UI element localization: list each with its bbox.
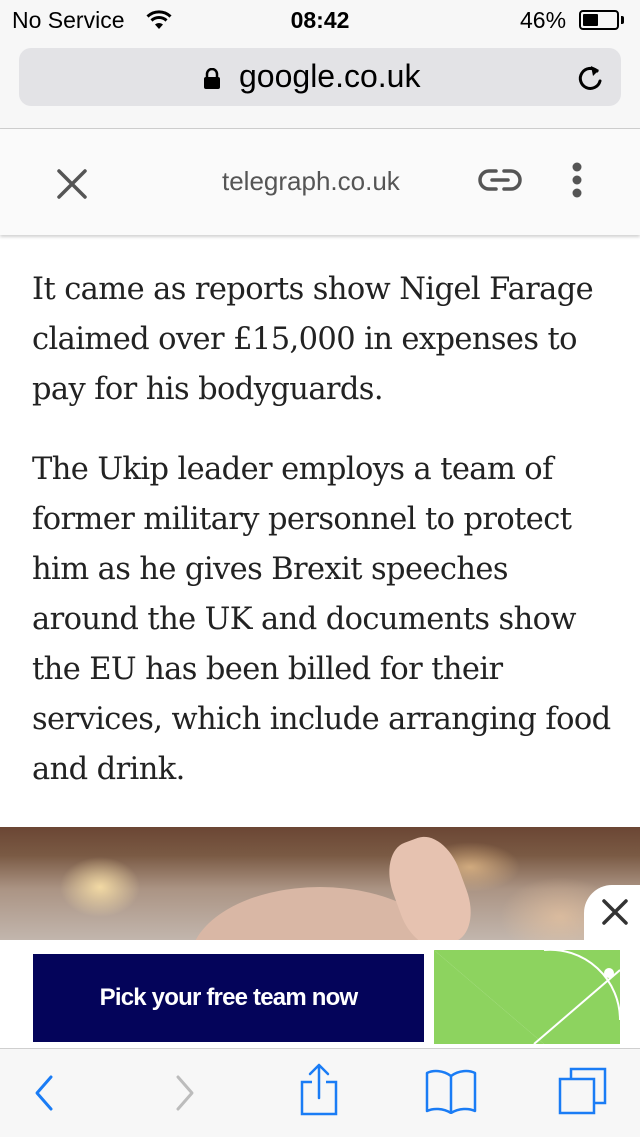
share-icon[interactable] (299, 1062, 339, 1116)
article-paragraph: The Ukip leader employs a team of former… (32, 452, 611, 787)
close-icon[interactable] (56, 168, 88, 200)
reload-icon[interactable] (576, 62, 606, 94)
back-icon[interactable] (33, 1074, 55, 1112)
battery-icon (579, 10, 619, 30)
url-text[interactable]: google.co.uk (239, 58, 420, 95)
link-icon[interactable] (478, 167, 522, 193)
battery-level (583, 14, 598, 26)
close-icon[interactable] (600, 897, 630, 927)
article-paragraph: It came as reports show Nigel Farage cla… (32, 272, 594, 407)
ad-cta-text[interactable]: Pick your free team now (33, 954, 424, 1042)
battery-nub (621, 16, 624, 24)
tabs-icon[interactable] (557, 1066, 609, 1116)
article-photo (0, 827, 640, 940)
battery-percent: 46% (520, 7, 567, 33)
domain-label[interactable]: telegraph.co.uk (222, 166, 400, 197)
football-pitch-graphic (434, 950, 620, 1044)
bookmarks-icon[interactable] (425, 1068, 477, 1114)
more-vertical-icon[interactable] (571, 162, 583, 198)
forward-icon[interactable] (174, 1074, 196, 1112)
lock-icon (204, 68, 220, 89)
